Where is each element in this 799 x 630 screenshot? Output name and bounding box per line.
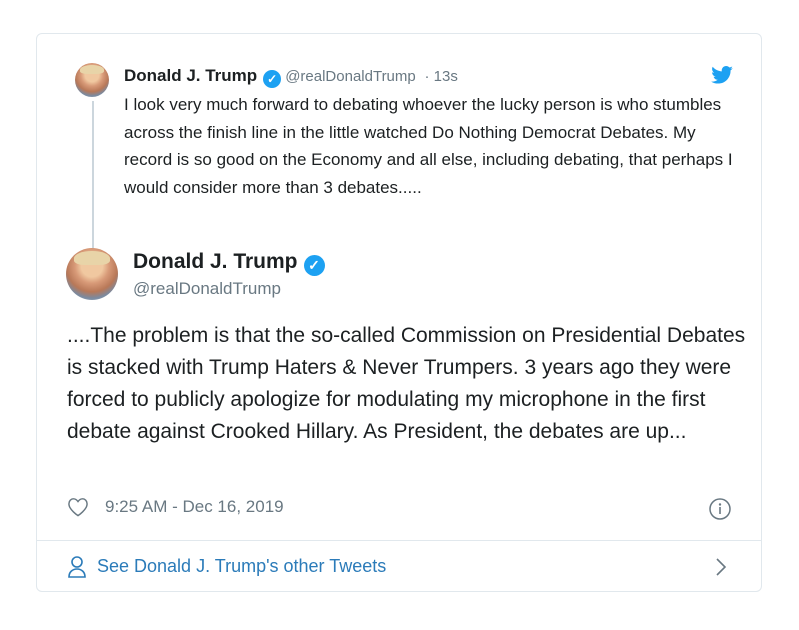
author-handle[interactable]: @realDonaldTrump	[133, 279, 281, 299]
tweet-footer: 9:25 AM - Dec 16, 2019	[67, 497, 284, 517]
verified-badge-icon: ✓	[263, 70, 282, 88]
twitter-bird-icon[interactable]	[711, 66, 733, 84]
thread-line	[92, 101, 94, 249]
quoted-time[interactable]: · 13s	[424, 68, 457, 85]
info-icon[interactable]	[709, 498, 731, 520]
divider	[37, 540, 761, 541]
see-other-tweets-link[interactable]: See Donald J. Trump's other Tweets	[97, 556, 386, 577]
chevron-right-icon[interactable]	[715, 557, 727, 577]
tweet-embed-card: Donald J. Trump ✓ @realDonaldTrump · 13s I…	[36, 33, 762, 592]
author-avatar[interactable]	[66, 248, 118, 300]
author-name[interactable]: Donald J. Trump	[133, 250, 298, 273]
person-icon	[67, 555, 87, 579]
quoted-avatar[interactable]	[75, 63, 109, 97]
quoted-author[interactable]: Donald J. Trump ✓ @realDonaldTrump · 13s	[124, 66, 458, 88]
author-name-row[interactable]: Donald J. Trump ✓	[133, 250, 325, 276]
heart-icon[interactable]	[67, 497, 89, 517]
tweet-text: ....The problem is that the so-called Co…	[67, 324, 746, 443]
quoted-tweet-text: I look very much forward to debating who…	[124, 95, 733, 197]
quoted-author-name[interactable]: Donald J. Trump	[124, 66, 257, 85]
quoted-author-handle[interactable]: @realDonaldTrump	[285, 68, 416, 85]
tweet-timestamp[interactable]: 9:25 AM - Dec 16, 2019	[105, 497, 284, 517]
verified-badge-icon: ✓	[303, 255, 325, 276]
